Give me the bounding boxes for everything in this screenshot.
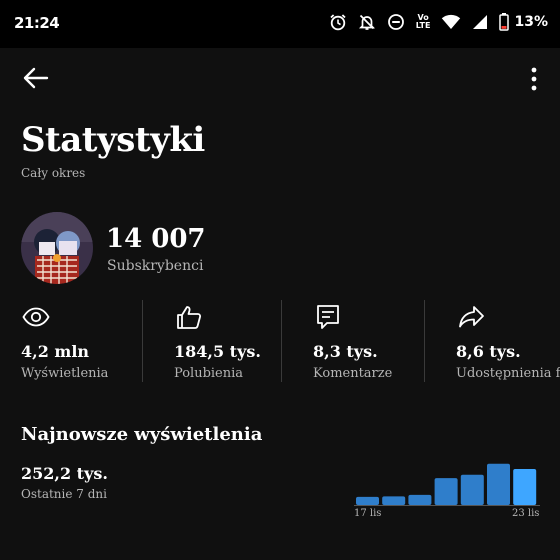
battery-icon <box>499 13 510 31</box>
do-not-disturb-icon <box>387 13 405 31</box>
volte-bottom-label: LTE <box>415 21 431 30</box>
stat-label: Wyświetlenia <box>21 366 109 381</box>
stat-label: Polubienia <box>174 366 244 381</box>
page-subtitle: Cały okres <box>21 166 86 180</box>
chart-bar-18-lis <box>382 496 406 505</box>
chart-bar-17-lis <box>356 496 379 505</box>
chart-x-tick-label: 17 lis <box>354 508 382 519</box>
notifications-off-icon <box>358 13 376 31</box>
chart-bar-19-lis <box>408 494 432 505</box>
page-title: Statystyki <box>21 120 205 160</box>
chart-bar-23-lis <box>513 469 537 505</box>
recent-views-value: 252,2 tys. <box>21 464 108 483</box>
comment-icon <box>313 302 343 332</box>
chart-bar-20-lis <box>434 478 458 505</box>
chart-x-tick-label: 23 lis <box>512 508 540 519</box>
volte-icon: Vo LTE <box>416 14 431 30</box>
thumbs-up-icon <box>174 302 204 332</box>
subscriber-count: 14 007 <box>106 224 206 254</box>
back-button[interactable] <box>22 66 50 90</box>
divider <box>424 300 425 382</box>
arrow-back-icon <box>23 67 49 89</box>
channel-avatar[interactable] <box>21 212 93 284</box>
battery-percent: 13% <box>514 14 548 30</box>
divider <box>281 300 282 382</box>
wifi-icon <box>441 14 461 30</box>
subscriber-label: Subskrybenci <box>107 258 204 274</box>
more-vert-icon <box>531 67 537 91</box>
share-icon <box>456 302 486 332</box>
status-time: 21:24 <box>14 14 60 32</box>
status-icons: Vo LTE 13% <box>329 13 548 31</box>
status-bar: 21:24 Vo LTE 13% <box>0 0 560 48</box>
more-options-button[interactable] <box>526 66 542 92</box>
stat-value: 8,6 tys. <box>456 342 521 361</box>
stat-value: 184,5 tys. <box>174 342 261 361</box>
signal-icon <box>472 14 488 30</box>
stats-row: 4,2 mln Wyświetlenia 184,5 tys. Polubien… <box>0 298 560 384</box>
recent-views-period: Ostatnie 7 dni <box>21 487 107 501</box>
chart-bar-21-lis <box>460 474 484 505</box>
stat-label: Udostępnienia fi <box>456 366 560 381</box>
divider <box>142 300 143 382</box>
stat-value: 8,3 tys. <box>313 342 378 361</box>
stat-label: Komentarze <box>313 366 393 381</box>
recent-views-title: Najnowsze wyświetlenia <box>21 424 263 445</box>
chart-bar-22-lis <box>487 463 510 505</box>
stat-value: 4,2 mln <box>21 342 90 361</box>
eye-icon <box>21 302 51 332</box>
alarm-icon <box>329 13 347 31</box>
